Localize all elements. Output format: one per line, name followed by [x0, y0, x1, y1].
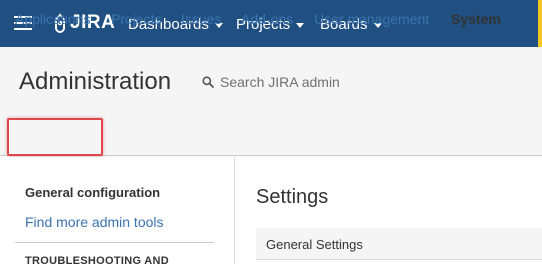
tab-applications[interactable]: Applications [15, 11, 91, 27]
accent-edge [538, 0, 542, 47]
tab-add-ons[interactable]: Add-ons [241, 11, 293, 27]
tab-user-management[interactable]: User management [314, 11, 429, 27]
tab-issues[interactable]: Issues [181, 11, 221, 27]
sidebar-heading: General configuration [25, 185, 161, 200]
find-more-admin-tools-link[interactable]: Find more admin tools [25, 214, 164, 230]
page-title: Administration [19, 68, 172, 95]
sidebar [0, 157, 234, 264]
sidebar-section-heading: TROUBLESHOOTING AND [25, 255, 170, 264]
applications-highlight-box [7, 118, 103, 156]
sidebar-separator [15, 242, 214, 243]
chevron-down-icon [296, 22, 305, 28]
sidebar-divider [234, 157, 235, 264]
tab-system[interactable]: System [451, 11, 501, 27]
search-icon [202, 76, 214, 88]
general-settings-label: General Settings [266, 237, 363, 252]
tab-projects[interactable]: Projects [111, 11, 162, 27]
settings-title: Settings [256, 186, 329, 208]
admin-search-placeholder: Search JIRA admin [220, 74, 340, 90]
admin-search[interactable]: Search JIRA admin [202, 73, 340, 91]
